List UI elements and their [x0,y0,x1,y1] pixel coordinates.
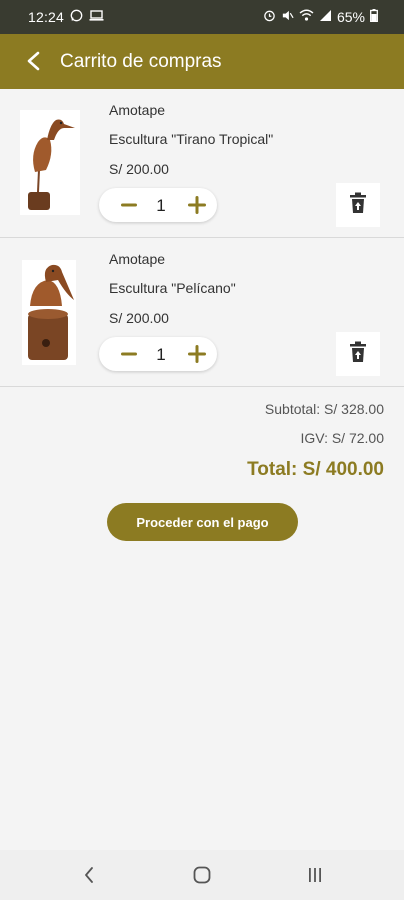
product-price: S/ 200.00 [109,161,169,177]
delete-button[interactable] [336,332,380,376]
subtotal-text: Subtotal: S/ 328.00 [264,401,384,417]
status-right-icons: 65% [263,9,378,25]
whatsapp-icon [70,9,83,25]
page-title: Carrito de compras [60,51,222,72]
plus-icon[interactable] [183,191,211,219]
cart-item: Amotape Escultura "Tirano Tropical" S/ 2… [0,89,404,238]
trash-icon [349,341,367,368]
quantity-value: 1 [156,196,166,215]
wifi-icon [299,9,314,25]
product-brand: Amotape [109,102,166,118]
plus-icon[interactable] [183,340,211,368]
system-nav-bar [0,850,404,900]
mute-icon [281,9,294,25]
minus-icon[interactable] [115,340,143,368]
status-time: 12:24 [28,9,65,25]
trash-icon [349,192,367,219]
minus-icon[interactable] [115,191,143,219]
nav-back-icon[interactable] [77,863,101,887]
status-left-icons [70,9,104,25]
alarm-icon [263,9,276,25]
quantity-value: 1 [156,345,166,364]
laptop-icon [89,9,104,25]
battery-icon [370,9,378,25]
product-image [22,260,76,365]
nav-recents-icon[interactable] [303,863,327,887]
checkout-button[interactable]: Proceder con el pago [107,503,298,541]
status-bar: 12:24 65% [0,0,404,34]
battery-text: 65% [336,9,365,25]
signal-icon [319,9,332,25]
igv-text: IGV: S/ 72.00 [300,430,384,446]
quantity-stepper: 1 [99,337,217,371]
quantity-stepper: 1 [99,188,217,222]
product-price: S/ 200.00 [109,310,169,326]
back-arrow-icon[interactable] [20,47,48,75]
app-bar: Carrito de compras [0,34,404,89]
delete-button[interactable] [336,183,380,227]
product-brand: Amotape [109,251,166,267]
total-text: Total: S/ 400.00 [247,459,384,480]
cart-item: Amotape Escultura "Pelícano" S/ 200.00 1 [0,238,404,387]
product-name: Escultura "Pelícano" [109,280,236,296]
nav-home-icon[interactable] [190,863,214,887]
product-image [20,110,80,215]
product-name: Escultura "Tirano Tropical" [109,131,274,147]
